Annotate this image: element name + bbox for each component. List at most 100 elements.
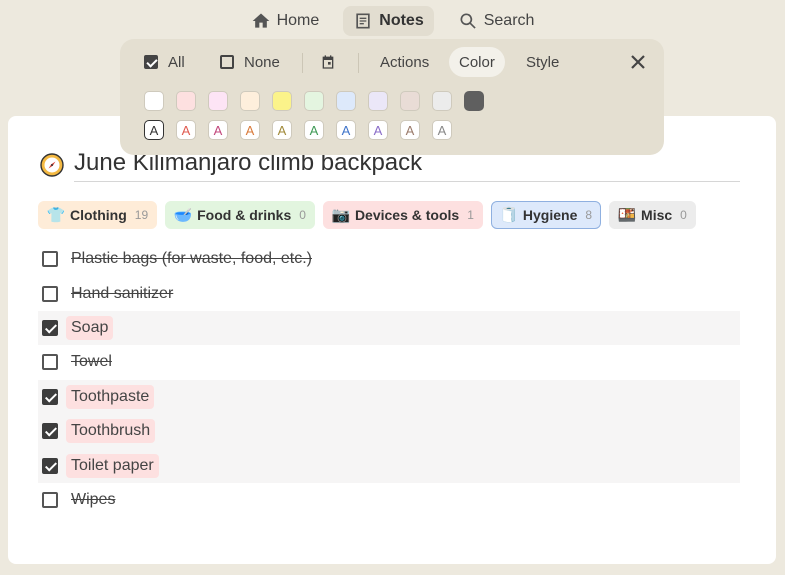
item-checkbox[interactable]	[42, 388, 58, 405]
background-swatch[interactable]	[208, 91, 228, 111]
category-count: 19	[134, 208, 149, 222]
item-text[interactable]: Soap	[66, 315, 114, 340]
background-swatch[interactable]	[176, 91, 196, 111]
select-all-label: All	[168, 53, 185, 71]
category-tab[interactable]: 🧻 Hygiene 8	[490, 201, 602, 229]
category-count: 0	[680, 208, 687, 222]
compass-icon	[40, 153, 64, 177]
text-color-swatch[interactable]: A	[304, 120, 324, 140]
color-tab[interactable]: Color	[449, 47, 505, 77]
background-swatch[interactable]	[368, 91, 388, 111]
item-text[interactable]: Toothpaste	[66, 384, 155, 409]
color-label: Color	[459, 53, 495, 71]
home-icon	[252, 13, 269, 28]
text-color-swatch[interactable]: A	[272, 120, 292, 140]
text-color-swatch[interactable]: A	[368, 120, 388, 140]
background-swatch[interactable]	[464, 91, 484, 111]
close-icon	[631, 55, 645, 69]
category-count: 8	[585, 208, 593, 222]
background-swatch[interactable]	[144, 91, 164, 111]
top-nav: Home Notes Search	[0, 6, 785, 38]
category-name: Hygiene	[522, 207, 578, 223]
list-item: Toothpaste	[38, 379, 740, 414]
text-color-swatch[interactable]: A	[432, 120, 452, 140]
category-count: 1	[467, 208, 474, 222]
list-item: Wipes	[38, 483, 740, 517]
toolbar-divider	[358, 53, 359, 73]
nav-home-label: Home	[276, 12, 320, 29]
category-icon: 🥣	[173, 207, 193, 224]
background-swatch[interactable]	[240, 91, 260, 111]
list-item: Hand sanitizer	[38, 276, 740, 310]
item-checkbox[interactable]	[42, 457, 58, 474]
toolbar-actions-row: All None Actions Color Style	[120, 47, 664, 77]
style-label: Style	[526, 53, 560, 71]
background-color-swatches	[144, 91, 484, 111]
background-swatch[interactable]	[432, 91, 452, 111]
text-color-swatches: AAAAAAAAAA	[144, 120, 452, 140]
nav-search[interactable]: Search	[448, 6, 545, 36]
checkbox-checked-icon	[144, 55, 158, 69]
background-swatch[interactable]	[400, 91, 420, 111]
item-text[interactable]: Toilet paper	[66, 453, 159, 478]
category-count: 0	[299, 208, 306, 222]
text-color-swatch[interactable]: A	[240, 120, 260, 140]
text-color-swatch[interactable]: A	[208, 120, 228, 140]
category-icon: 👕	[46, 207, 66, 224]
list-item: Soap	[38, 310, 740, 346]
checklist: Plastic bags (for waste, food, etc.) Hand…	[38, 242, 740, 517]
select-none-button[interactable]: None	[210, 47, 290, 77]
category-name: Clothing	[70, 207, 127, 223]
item-checkbox[interactable]	[42, 354, 58, 371]
nav-search-label: Search	[483, 12, 535, 29]
item-text[interactable]: Wipes	[66, 488, 120, 512]
item-text[interactable]: Plastic bags (for waste, food, etc.)	[66, 247, 317, 271]
list-item: Towel	[38, 345, 740, 379]
item-checkbox[interactable]	[42, 423, 58, 440]
item-text[interactable]: Towel	[66, 350, 117, 374]
search-icon	[460, 13, 476, 29]
toolbar-divider	[302, 53, 303, 73]
category-icon: 🧻	[499, 207, 519, 224]
background-swatch[interactable]	[304, 91, 324, 111]
style-tab[interactable]: Style	[516, 47, 569, 77]
text-color-swatch[interactable]: A	[336, 120, 356, 140]
select-all-button[interactable]: All	[134, 47, 195, 77]
actions-button[interactable]: Actions	[370, 47, 439, 77]
background-swatch[interactable]	[272, 91, 292, 111]
list-item: Plastic bags (for waste, food, etc.)	[38, 242, 740, 276]
notes-icon	[356, 13, 370, 29]
list-item: Toothbrush	[38, 413, 740, 449]
category-icon: 🍱	[617, 207, 637, 224]
text-color-swatch[interactable]: A	[400, 120, 420, 140]
background-swatch[interactable]	[336, 91, 356, 111]
list-item: Toilet paper	[38, 448, 740, 483]
category-name: Devices & tools	[354, 207, 460, 223]
calendar-icon	[322, 55, 334, 69]
category-tabs: 👕 Clothing 19 🥣 Food & drinks 0 📷 Devices & too…	[38, 201, 696, 229]
nav-notes-label: Notes	[379, 12, 424, 29]
category-icon: 📷	[331, 207, 351, 224]
text-color-swatch[interactable]: A	[144, 120, 164, 140]
item-checkbox[interactable]	[42, 319, 58, 336]
category-name: Food & drinks	[197, 207, 292, 223]
category-tab[interactable]: 🍱 Misc 0	[609, 201, 696, 229]
item-text[interactable]: Toothbrush	[66, 419, 156, 444]
item-text[interactable]: Hand sanitizer	[66, 282, 178, 306]
nav-home[interactable]: Home	[241, 6, 330, 36]
close-toolbar-button[interactable]	[624, 47, 652, 77]
select-none-label: None	[244, 53, 280, 71]
category-name: Misc	[641, 207, 673, 223]
checkbox-empty-icon	[220, 55, 234, 69]
selection-toolbar: All None Actions Color Style AAAAAAAAAA	[120, 39, 664, 155]
category-tab[interactable]: 👕 Clothing 19	[38, 201, 158, 229]
calendar-button[interactable]	[310, 47, 346, 77]
nav-notes[interactable]: Notes	[343, 6, 434, 36]
item-checkbox[interactable]	[42, 251, 58, 268]
item-checkbox[interactable]	[42, 491, 58, 508]
category-tab[interactable]: 📷 Devices & tools 1	[322, 201, 483, 229]
text-color-swatch[interactable]: A	[176, 120, 196, 140]
actions-label: Actions	[380, 53, 430, 71]
category-tab[interactable]: 🥣 Food & drinks 0	[165, 201, 315, 229]
item-checkbox[interactable]	[42, 285, 58, 302]
